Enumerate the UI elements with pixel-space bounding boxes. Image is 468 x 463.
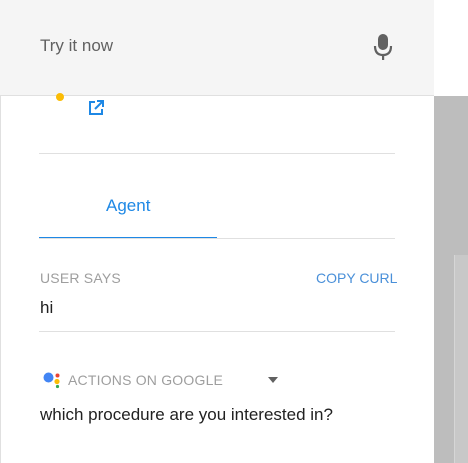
chevron-down-icon[interactable] [268,377,278,383]
actions-on-google-label: ACTIONS ON GOOGLE [68,372,224,388]
tab-agent-label: Agent [106,196,151,215]
tab-bar-divider [39,238,395,239]
google-assistant-icon [43,372,60,389]
user-says-label: USER SAYS [40,270,121,286]
try-it-now-input[interactable]: Try it now [40,36,113,56]
scrollbar-thumb[interactable] [454,255,468,463]
user-says-text: hi [40,298,54,317]
try-it-now-header: Try it now [0,0,434,96]
response-text: which procedure are you interested in? [40,405,333,424]
external-link-icon[interactable] [87,99,105,117]
divider [39,153,395,154]
divider [39,331,395,332]
status-dot [56,93,64,101]
copy-curl-link[interactable]: COPY CURL [316,270,397,286]
tab-agent[interactable]: Agent [39,190,217,238]
microphone-icon[interactable] [372,32,394,62]
panel-border [0,96,1,463]
